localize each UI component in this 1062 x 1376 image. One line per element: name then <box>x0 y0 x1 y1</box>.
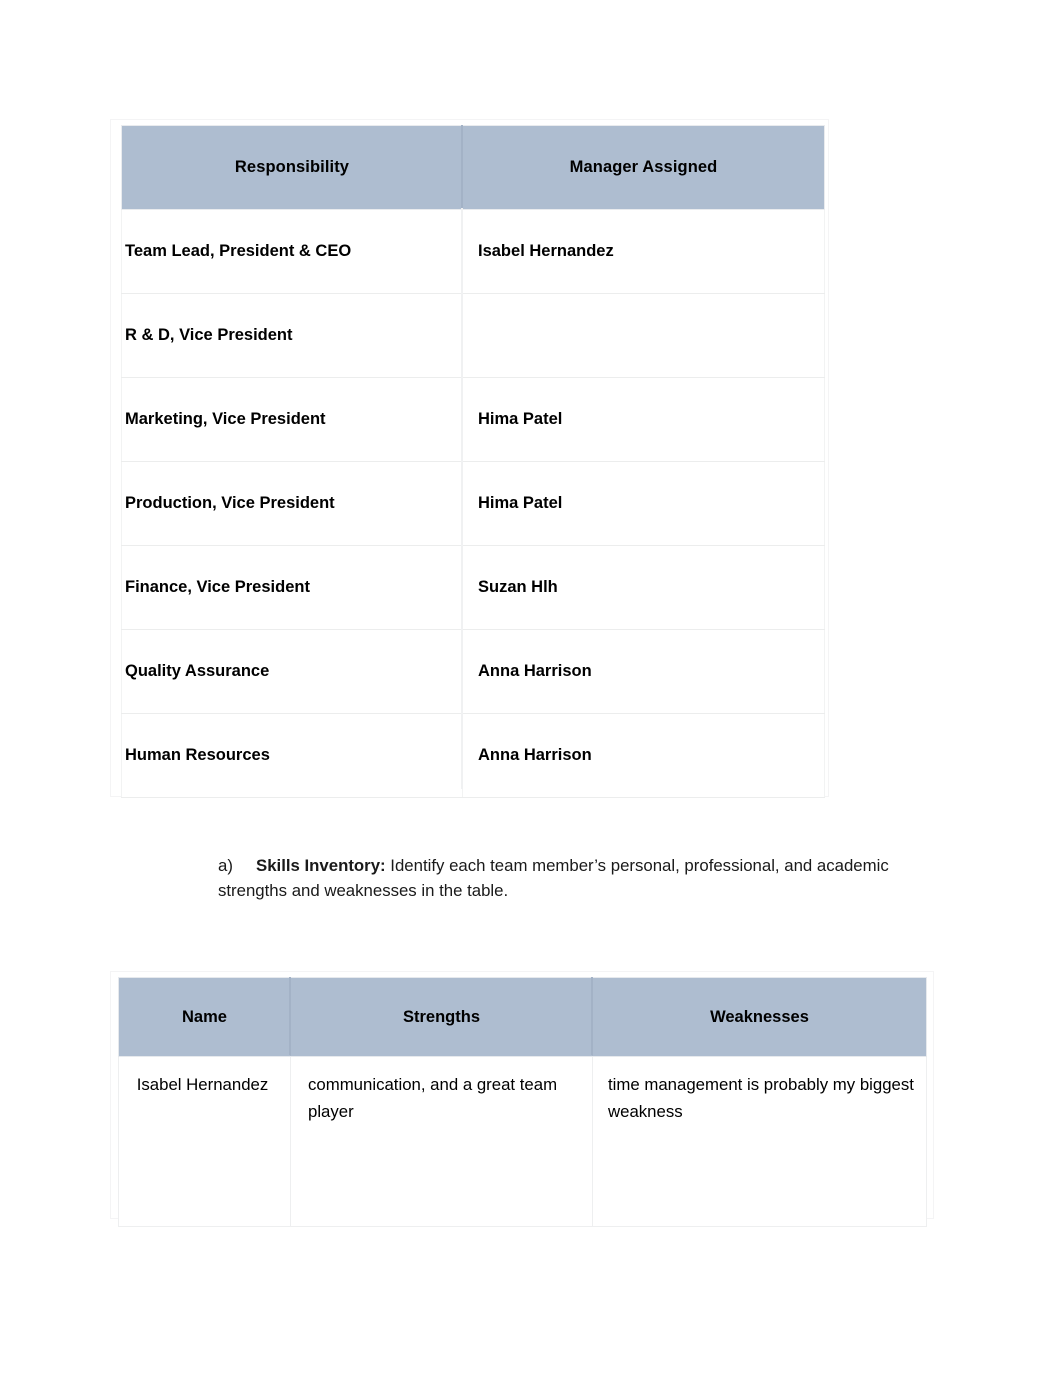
instruction-lead-label: Skills Inventory: <box>256 856 386 875</box>
table-row: Human Resources Anna Harrison <box>121 713 825 798</box>
cell-manager: Hima Patel <box>462 461 825 546</box>
cell-responsibility: R & D, Vice President <box>121 293 463 378</box>
responsibility-table: Responsibility Manager Assigned Team Lea… <box>121 125 825 798</box>
document-page: Responsibility Manager Assigned Team Lea… <box>0 0 1062 1376</box>
skills-inventory-table: Name Strengths Weaknesses Isabel Hernand… <box>118 977 927 1227</box>
table-row: Quality Assurance Anna Harrison <box>121 629 825 714</box>
column-header-strengths: Strengths <box>290 977 593 1057</box>
cell-manager: Anna Harrison <box>462 629 825 714</box>
table-header-row: Responsibility Manager Assigned <box>121 125 825 210</box>
column-header-responsibility: Responsibility <box>121 125 463 210</box>
skills-table-header-divider-two <box>591 977 593 1055</box>
cell-name: Isabel Hernandez <box>118 1056 291 1227</box>
table-row: R & D, Vice President <box>121 293 825 378</box>
cell-manager <box>462 293 825 378</box>
responsibility-table-header-divider <box>461 125 463 208</box>
cell-weaknesses: time management is probably my biggest w… <box>592 1056 927 1227</box>
cell-manager: Isabel Hernandez <box>462 209 825 294</box>
column-header-weaknesses: Weaknesses <box>592 977 927 1057</box>
cell-responsibility: Human Resources <box>121 713 463 798</box>
table-row: Team Lead, President & CEO Isabel Hernan… <box>121 209 825 294</box>
cell-responsibility: Quality Assurance <box>121 629 463 714</box>
table-row: Isabel Hernandez communication, and a gr… <box>118 1056 927 1227</box>
table-row: Marketing, Vice President Hima Patel <box>121 377 825 462</box>
list-marker: a) <box>218 856 233 875</box>
skills-inventory-instruction: a) Skills Inventory: Identify each team m… <box>218 853 898 903</box>
cell-responsibility: Marketing, Vice President <box>121 377 463 462</box>
table-row: Finance, Vice President Suzan Hlh <box>121 545 825 630</box>
cell-responsibility: Team Lead, President & CEO <box>121 209 463 294</box>
cell-strengths: communication, and a great team player <box>290 1056 593 1227</box>
skills-table-header-divider-one <box>289 977 291 1055</box>
column-header-manager-assigned: Manager Assigned <box>462 125 825 210</box>
column-header-name: Name <box>118 977 291 1057</box>
cell-responsibility: Finance, Vice President <box>121 545 463 630</box>
cell-manager: Anna Harrison <box>462 713 825 798</box>
table-header-row: Name Strengths Weaknesses <box>118 977 927 1057</box>
cell-manager: Suzan Hlh <box>462 545 825 630</box>
table-row: Production, Vice President Hima Patel <box>121 461 825 546</box>
responsibility-table-column-divider <box>461 125 463 789</box>
cell-manager: Hima Patel <box>462 377 825 462</box>
cell-responsibility: Production, Vice President <box>121 461 463 546</box>
